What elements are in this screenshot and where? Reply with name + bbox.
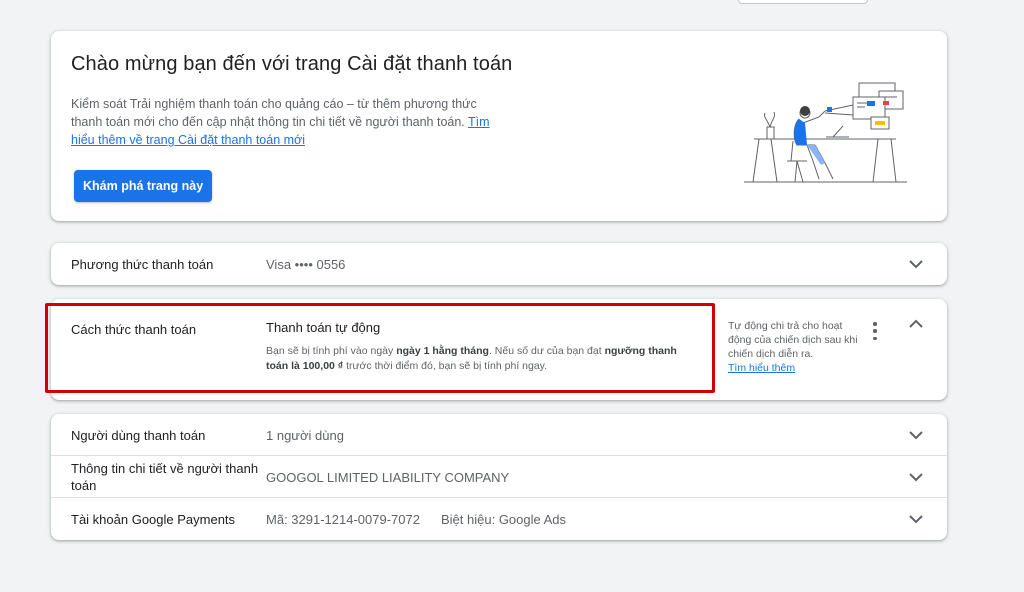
payment-way-side-note: Tự động chi trả cho hoạt động của chiến …	[728, 319, 858, 375]
billing-users-label: Người dùng thanh toán	[71, 428, 206, 443]
welcome-title: Chào mừng bạn đến với trang Cài đặt than…	[71, 53, 513, 75]
explore-page-button[interactable]: Khám phá trang này	[74, 170, 213, 202]
billing-illustration	[744, 82, 907, 183]
chevron-up-icon[interactable]	[907, 314, 925, 332]
welcome-description-text: Kiểm soát Trải nghiệm thanh toán cho quả…	[71, 97, 477, 129]
chevron-down-icon[interactable]	[907, 468, 925, 486]
chevron-down-icon[interactable]	[907, 255, 925, 273]
chevron-down-icon[interactable]	[907, 510, 925, 528]
payment-method-label: Phương thức thanh toán	[71, 257, 214, 272]
google-payments-row[interactable]: Tài khoản Google Payments Mã: 3291-1214-…	[51, 498, 947, 540]
detail-text: . Nếu số dư của bạn đạt	[488, 345, 605, 357]
detail-text: Bạn sẽ bị tính phí vào ngày	[266, 345, 397, 357]
google-payments-id: Mã: 3291-1214-0079-7072	[266, 512, 420, 527]
payment-way-card: Cách thức thanh toán Thanh toán tự động …	[51, 299, 947, 400]
billing-day: ngày 1 hằng tháng	[396, 345, 489, 357]
google-payments-nickname: Biệt hiệu: Google Ads	[441, 512, 567, 527]
payment-way-value: Thanh toán tự động	[266, 320, 381, 335]
payment-way-label: Cách thức thanh toán	[71, 322, 197, 337]
welcome-description: Kiểm soát Trải nghiệm thanh toán cho quả…	[71, 95, 501, 149]
detail-text: trước thời điểm đó, bạn sẽ bị tính phí n…	[343, 360, 548, 372]
payment-method-value: Visa •••• 0556	[266, 257, 346, 272]
chevron-down-icon[interactable]	[907, 426, 925, 444]
billing-users-value: 1 người dùng	[266, 428, 344, 443]
top-button-edge[interactable]	[738, 0, 868, 4]
payer-info-value: GOOGOL LIMITED LIABILITY COMPANY	[266, 470, 510, 485]
learn-more-link[interactable]: Tìm hiểu thêm	[728, 362, 795, 374]
payer-info-row[interactable]: Thông tin chi tiết về người thanh toán G…	[51, 456, 947, 498]
billing-users-row[interactable]: Người dùng thanh toán 1 người dùng	[51, 414, 947, 456]
welcome-card: Chào mừng bạn đến với trang Cài đặt than…	[51, 31, 947, 221]
payment-method-card[interactable]: Phương thức thanh toán Visa •••• 0556	[51, 243, 947, 285]
more-vert-icon[interactable]	[870, 322, 880, 340]
payer-info-label: Thông tin chi tiết về người thanh toán	[71, 461, 259, 493]
billing-info-card: Người dùng thanh toán 1 người dùng Thông…	[51, 414, 947, 540]
side-note-text: Tự động chi trả cho hoạt động của chiến …	[728, 320, 858, 360]
payment-way-detail: Bạn sẽ bị tính phí vào ngày ngày 1 hằng …	[266, 344, 686, 374]
google-payments-label: Tài khoản Google Payments	[71, 512, 236, 527]
